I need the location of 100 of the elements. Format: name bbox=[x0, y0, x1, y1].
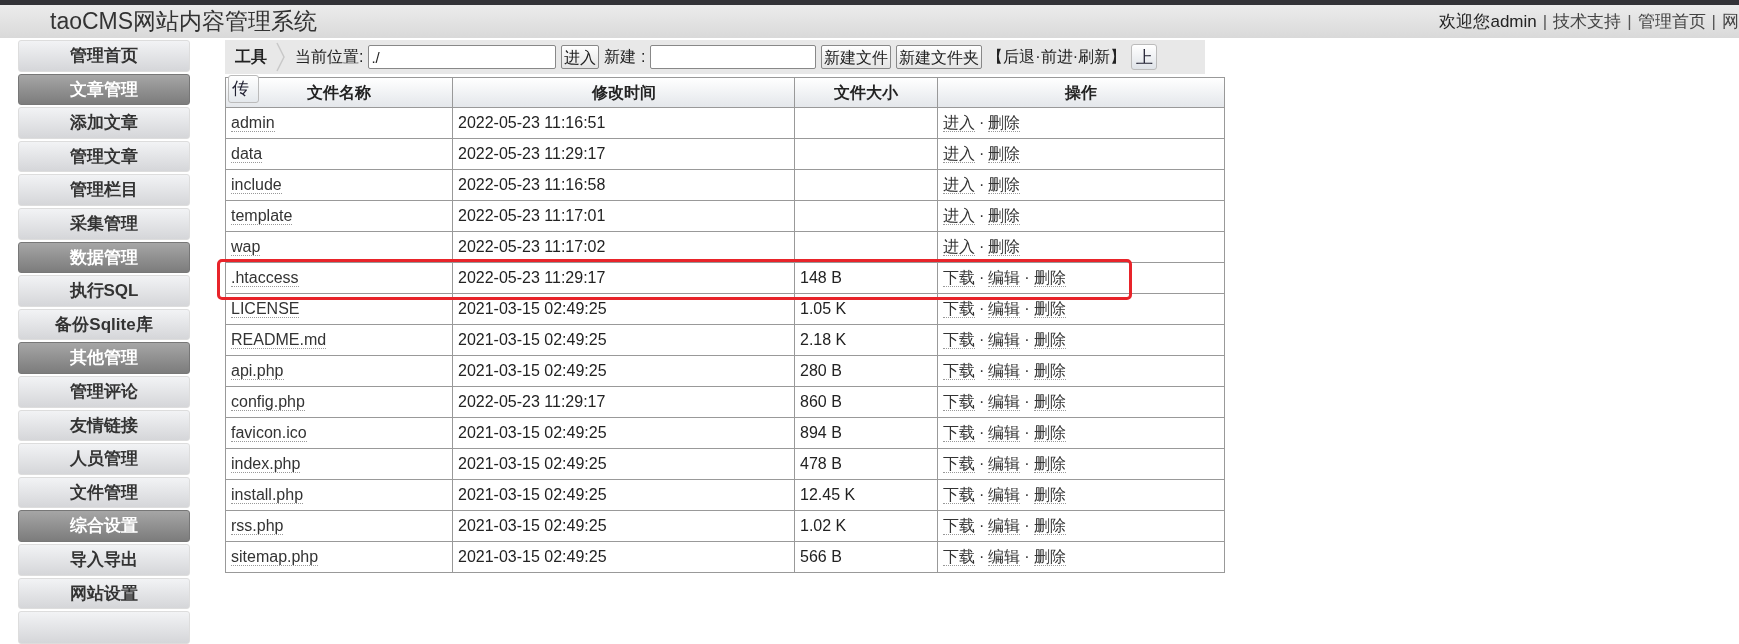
file-link[interactable]: admin bbox=[231, 114, 275, 132]
separator: · bbox=[979, 114, 985, 131]
action-link[interactable]: 删除 bbox=[1033, 331, 1066, 349]
action-link[interactable]: 编辑 bbox=[988, 331, 1021, 349]
sidebar-item[interactable]: 采集管理 bbox=[18, 207, 190, 240]
separator: · bbox=[979, 207, 985, 224]
action-link[interactable]: 下载 bbox=[943, 517, 975, 535]
action-link[interactable]: 编辑 bbox=[988, 424, 1021, 442]
navigation-links[interactable]: 【后退·前进·刷新】 bbox=[987, 45, 1126, 69]
action-link[interactable]: 进入 bbox=[943, 145, 975, 163]
action-link[interactable]: 删除 bbox=[1033, 300, 1066, 318]
separator: · bbox=[1024, 269, 1030, 286]
action-link[interactable]: 编辑 bbox=[988, 486, 1021, 504]
action-link[interactable]: 下载 bbox=[943, 331, 975, 349]
separator: · bbox=[979, 145, 985, 162]
action-link[interactable]: 编辑 bbox=[988, 269, 1021, 287]
sidebar-item[interactable]: 导入导出 bbox=[18, 543, 190, 576]
new-file-button[interactable]: 新建文件 bbox=[821, 45, 892, 69]
table-cell: 12.45 K bbox=[794, 479, 938, 511]
action-link[interactable]: 下载 bbox=[943, 486, 975, 504]
action-link[interactable]: 下载 bbox=[943, 455, 975, 473]
file-link[interactable]: index.php bbox=[231, 455, 301, 473]
separator: · bbox=[1024, 424, 1030, 441]
sidebar-item[interactable]: 管理首页 bbox=[18, 40, 190, 72]
action-link[interactable]: 删除 bbox=[988, 238, 1021, 256]
action-link[interactable]: 删除 bbox=[988, 145, 1021, 163]
file-link[interactable]: rss.php bbox=[231, 517, 284, 535]
sidebar-item[interactable]: 友情链接 bbox=[18, 409, 190, 442]
file-link[interactable]: include bbox=[231, 176, 282, 194]
table-cell: 894 B bbox=[794, 417, 938, 449]
action-link[interactable]: 删除 bbox=[1033, 424, 1066, 442]
action-link[interactable]: 下载 bbox=[943, 362, 975, 380]
sidebar-item[interactable]: 添加文章 bbox=[18, 107, 190, 139]
file-link[interactable]: data bbox=[231, 145, 263, 163]
action-link[interactable]: 删除 bbox=[1033, 269, 1066, 287]
sidebar-item[interactable]: 人员管理 bbox=[18, 443, 190, 475]
table-cell: 2022-05-23 11:17:02 bbox=[452, 231, 795, 263]
action-link[interactable]: 编辑 bbox=[988, 393, 1021, 411]
table-cell: 2022-05-23 11:16:51 bbox=[452, 107, 795, 139]
action-link[interactable]: 编辑 bbox=[988, 455, 1021, 473]
action-link[interactable]: 进入 bbox=[943, 207, 975, 225]
separator: | bbox=[1711, 10, 1716, 33]
table-cell: 2021-03-15 02:49:25 bbox=[452, 355, 795, 387]
location-field[interactable]: ./ bbox=[368, 45, 557, 69]
table-cell: 2022-05-23 11:16:58 bbox=[452, 169, 795, 201]
action-link[interactable]: 编辑 bbox=[988, 517, 1021, 535]
action-link[interactable]: 编辑 bbox=[988, 548, 1021, 566]
header-link[interactable]: 网 bbox=[1722, 8, 1739, 35]
table-cell: 2021-03-15 02:49:25 bbox=[452, 448, 795, 480]
table-cell: 2021-03-15 02:49:25 bbox=[452, 510, 795, 542]
sidebar-item[interactable]: 备份Sqlite库 bbox=[18, 308, 190, 341]
action-link[interactable]: 进入 bbox=[943, 238, 975, 256]
upload-button[interactable]: 传 bbox=[228, 75, 259, 103]
file-link[interactable]: LICENSE bbox=[231, 300, 300, 318]
separator: · bbox=[1024, 517, 1030, 534]
action-link[interactable]: 下载 bbox=[943, 424, 975, 442]
file-link[interactable]: wap bbox=[231, 238, 261, 256]
file-link[interactable]: install.php bbox=[231, 486, 304, 504]
separator: · bbox=[979, 300, 985, 317]
file-link[interactable]: api.php bbox=[231, 362, 284, 380]
separator: · bbox=[1024, 300, 1030, 317]
action-link[interactable]: 删除 bbox=[988, 114, 1021, 132]
header-link[interactable]: 管理首页 bbox=[1637, 8, 1706, 35]
header-link[interactable]: 技术支持 bbox=[1553, 8, 1622, 35]
action-link[interactable]: 删除 bbox=[1033, 393, 1066, 411]
new-name-field[interactable] bbox=[650, 45, 817, 69]
file-link[interactable]: favicon.ico bbox=[231, 424, 307, 442]
separator: · bbox=[979, 548, 985, 565]
action-link[interactable]: 下载 bbox=[943, 269, 975, 287]
action-link[interactable]: 删除 bbox=[1033, 548, 1066, 566]
sidebar-item[interactable]: 执行SQL bbox=[18, 275, 190, 307]
action-link[interactable]: 删除 bbox=[988, 176, 1021, 194]
action-link[interactable]: 删除 bbox=[988, 207, 1021, 225]
sidebar-item[interactable]: 文件管理 bbox=[18, 476, 190, 509]
new-folder-button[interactable]: 新建文件夹 bbox=[896, 45, 983, 69]
file-link[interactable]: template bbox=[231, 207, 293, 225]
separator: · bbox=[979, 331, 985, 348]
action-link[interactable]: 下载 bbox=[943, 393, 975, 411]
sidebar-item[interactable]: 管理文章 bbox=[18, 140, 190, 173]
table-cell: 478 B bbox=[794, 448, 938, 480]
separator: · bbox=[979, 424, 985, 441]
action-link[interactable]: 编辑 bbox=[988, 300, 1021, 318]
separator: · bbox=[1024, 362, 1030, 379]
table-cell: 148 B bbox=[794, 262, 938, 294]
action-link[interactable]: 进入 bbox=[943, 176, 975, 194]
action-link[interactable]: 删除 bbox=[1033, 362, 1066, 380]
action-link[interactable]: 删除 bbox=[1033, 455, 1066, 473]
action-link[interactable]: 下载 bbox=[943, 300, 975, 318]
action-link[interactable]: 进入 bbox=[943, 114, 975, 132]
sidebar-item[interactable]: 网站设置 bbox=[18, 577, 190, 610]
action-link[interactable]: 编辑 bbox=[988, 362, 1021, 380]
sidebar-item[interactable]: 管理评论 bbox=[18, 375, 190, 408]
upload-button[interactable]: 上 bbox=[1131, 44, 1157, 70]
sidebar-item[interactable]: 管理栏目 bbox=[18, 174, 190, 206]
action-link[interactable]: 下载 bbox=[943, 548, 975, 566]
enter-button[interactable]: 进入 bbox=[561, 45, 600, 69]
file-link[interactable]: config.php bbox=[231, 393, 305, 411]
action-link[interactable]: 删除 bbox=[1033, 517, 1066, 535]
action-link[interactable]: 删除 bbox=[1033, 486, 1066, 504]
file-link[interactable]: .htaccess bbox=[231, 269, 299, 287]
